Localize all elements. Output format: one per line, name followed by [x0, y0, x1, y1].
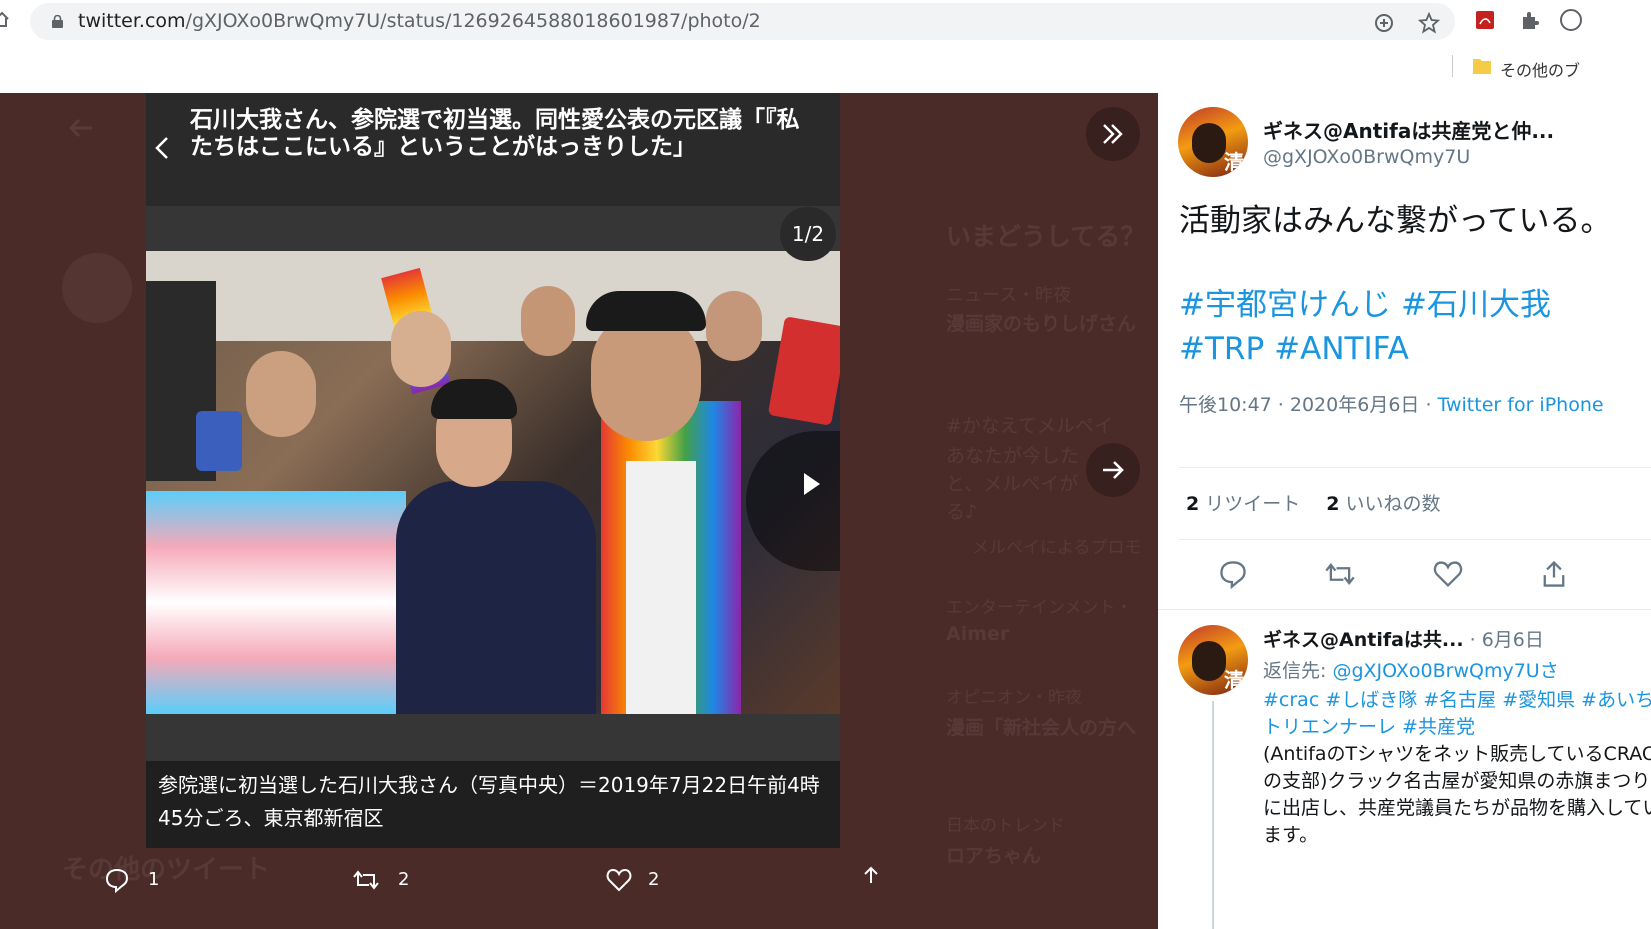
ghost-avatar: [62, 253, 132, 323]
avatar-face: [1192, 123, 1226, 163]
image-counter: 1/2: [780, 207, 836, 261]
divider: [1179, 539, 1651, 540]
profile-icon[interactable]: [1560, 9, 1582, 31]
media-image: 石川大我さん、参院選で初当選。同性愛公表の元区議「『私たちはここにいる』というこ…: [146, 93, 840, 848]
overlay-retweet-count: 2: [398, 869, 410, 890]
replying-to-label: 返信先:: [1263, 660, 1333, 682]
retweets-label: リツイート: [1205, 493, 1301, 515]
tweet-hashtags: #宇都宮けんじ #石川大我 #TRP #ANTIFA: [1179, 283, 1649, 371]
reply-avatar[interactable]: 清: [1178, 625, 1248, 695]
reply-date[interactable]: · 6月6日: [1464, 629, 1544, 651]
retweet-icon[interactable]: [352, 867, 380, 893]
ghost-ent-title: Aimer: [946, 623, 1010, 645]
reply-icon[interactable]: [1218, 559, 1248, 589]
retweet-icon[interactable]: [1324, 559, 1356, 589]
home-icon[interactable]: [0, 10, 10, 28]
hashtag-link[interactable]: #石川大我: [1401, 287, 1551, 323]
avatar-glyph: 清: [1224, 668, 1244, 692]
news-photo: [146, 251, 840, 714]
url-text[interactable]: twitter.com/gXJOXo0BrwQmy7U/status/12692…: [78, 10, 761, 32]
article-title: 石川大我さん、参院選で初当選。同性愛公表の元区議「『私たちはここにいる』というこ…: [190, 107, 800, 160]
photo-caption: 参院選に初当選した石川大我さん（写真中央）＝2019年7月22日午前4時45分ご…: [158, 773, 820, 830]
tweet-source[interactable]: Twitter for iPhone: [1438, 394, 1604, 416]
overlay-action-bar: 1 2 2: [70, 861, 930, 901]
ghost-op-meta: オピニオン・昨夜: [946, 688, 1082, 708]
ghost-promo-line1: あなたが今した: [946, 445, 1080, 467]
likes-count: 2: [1326, 493, 1340, 515]
ghost-news-meta: ニュース・昨夜: [946, 285, 1072, 306]
star-icon[interactable]: [1418, 12, 1440, 34]
ghost-promo-line3: る♪: [946, 501, 978, 523]
author-name[interactable]: ギネス@Antifaは共産党と仲...: [1263, 115, 1554, 144]
url-host: twitter.com: [78, 10, 186, 32]
ghost-promo-by: メルペイによるプロモ: [972, 538, 1142, 558]
share-icon[interactable]: [860, 865, 882, 891]
reply-body: (AntifaのTシャツをネット販売しているCRACの支部)クラック名古屋が愛知…: [1263, 743, 1651, 846]
retweets-count: 2: [1186, 493, 1200, 515]
double-chevron-right-icon: [1103, 124, 1123, 144]
caption-bar: 参院選に初当選した石川大我さん（写真中央）＝2019年7月22日午前4時45分ご…: [146, 761, 840, 848]
hashtag-link[interactable]: #TRP: [1179, 331, 1264, 367]
likes-stat[interactable]: 2 いいねの数: [1326, 493, 1440, 515]
other-bookmarks-label[interactable]: その他のブ: [1500, 57, 1580, 81]
heart-icon[interactable]: [605, 867, 633, 893]
heart-icon[interactable]: [1432, 559, 1464, 589]
tweet-meta: 午後10:47 · 2020年6月6日 · Twitter for iPhone: [1179, 391, 1649, 419]
tweet-stats: 2 リツイート 2 いいねの数: [1186, 489, 1441, 516]
collapse-panel-button[interactable]: [1086, 107, 1140, 161]
pdf-extension-icon[interactable]: [1474, 9, 1496, 31]
thread-line: [1212, 701, 1214, 929]
media-overlay: いまどうしてる？ ニュース・昨夜 漫画家のもりしげさん #かなえてメルペイ あな…: [0, 93, 1158, 929]
article-header: 石川大我さん、参院選で初当選。同性愛公表の元区議「『私たちはここにいる』というこ…: [146, 93, 840, 206]
reply-icon[interactable]: [104, 867, 130, 893]
back-arrow-icon: [68, 118, 92, 138]
ghost-news-title: 漫画家のもりしげさん: [946, 313, 1137, 335]
overlay-reply-count: 1: [148, 869, 160, 890]
hashtag-link[interactable]: #宇都宮けんじ: [1179, 287, 1391, 323]
ghost-op-title: 漫画「新社会人の方へ: [946, 717, 1137, 739]
reply-header: ギネス@Antifaは共... · 6月6日: [1263, 625, 1544, 652]
add-tab-search-icon[interactable]: [1373, 12, 1395, 34]
lock-icon[interactable]: [52, 15, 63, 28]
arrow-right-icon: [1103, 461, 1124, 479]
author-handle[interactable]: @gXJOXo0BrwQmy7U: [1263, 146, 1470, 168]
next-image-button[interactable]: [1086, 443, 1140, 497]
avatar-glyph: 清: [1224, 150, 1244, 174]
overlay-like-count: 2: [648, 869, 660, 890]
avatar[interactable]: 清: [1178, 107, 1248, 177]
share-icon[interactable]: [1540, 559, 1568, 589]
tweet-actions: [1218, 559, 1651, 589]
reply-text: #crac #しばき隊 #名古屋 #愛知県 #あいちトリエンナーレ #共産党 (…: [1263, 687, 1651, 849]
ghost-jp-title: ロアちゃん: [946, 845, 1042, 867]
reply-hashtags[interactable]: #crac #しばき隊 #名古屋 #愛知県 #あいちトリエンナーレ #共産党: [1263, 689, 1651, 738]
extensions-puzzle-icon[interactable]: [1519, 9, 1541, 31]
address-bar[interactable]: twitter.com/gXJOXo0BrwQmy7U/status/12692…: [30, 3, 1455, 40]
browser-chrome: twitter.com/gXJOXo0BrwQmy7U/status/12692…: [0, 0, 1651, 93]
divider: [1158, 609, 1651, 610]
folder-icon[interactable]: [1472, 57, 1492, 75]
replying-to: 返信先: @gXJOXo0BrwQmy7Uさ: [1263, 656, 1559, 683]
tweet-text: 活動家はみんな繋がっている。: [1179, 203, 1612, 239]
play-icon: [804, 473, 820, 495]
ghost-jp-meta: 日本のトレンド: [946, 816, 1065, 836]
ghost-promo-line2: と、メルペイが: [946, 473, 1079, 495]
bookmark-separator: [1452, 55, 1453, 77]
reply-author-name[interactable]: ギネス@Antifaは共...: [1263, 629, 1464, 651]
divider: [1179, 467, 1651, 468]
tweet-panel: 清 ギネス@Antifaは共産党と仲... @gXJOXo0BrwQmy7U 活…: [1158, 93, 1651, 929]
hashtag-link[interactable]: #ANTIFA: [1274, 331, 1409, 367]
bookmarks-bar: その他のブ: [0, 45, 1651, 93]
url-path: /gXJOXo0BrwQmy7U/status/1269264588018601…: [185, 10, 761, 32]
replying-to-handle[interactable]: @gXJOXo0BrwQmy7Uさ: [1332, 660, 1558, 682]
ghost-trends-heading: いまどうしてる？: [946, 222, 1146, 251]
likes-label: いいねの数: [1345, 493, 1441, 515]
avatar-face: [1192, 641, 1226, 681]
retweets-stat[interactable]: 2 リツイート: [1186, 493, 1300, 515]
tweet-timestamp[interactable]: 午後10:47 · 2020年6月6日 ·: [1179, 394, 1438, 416]
ghost-ent-meta: エンターテインメント・: [946, 598, 1133, 618]
ghost-promo-tag: #かなえてメルペイ: [946, 415, 1113, 437]
chevron-left-icon: [155, 137, 168, 159]
